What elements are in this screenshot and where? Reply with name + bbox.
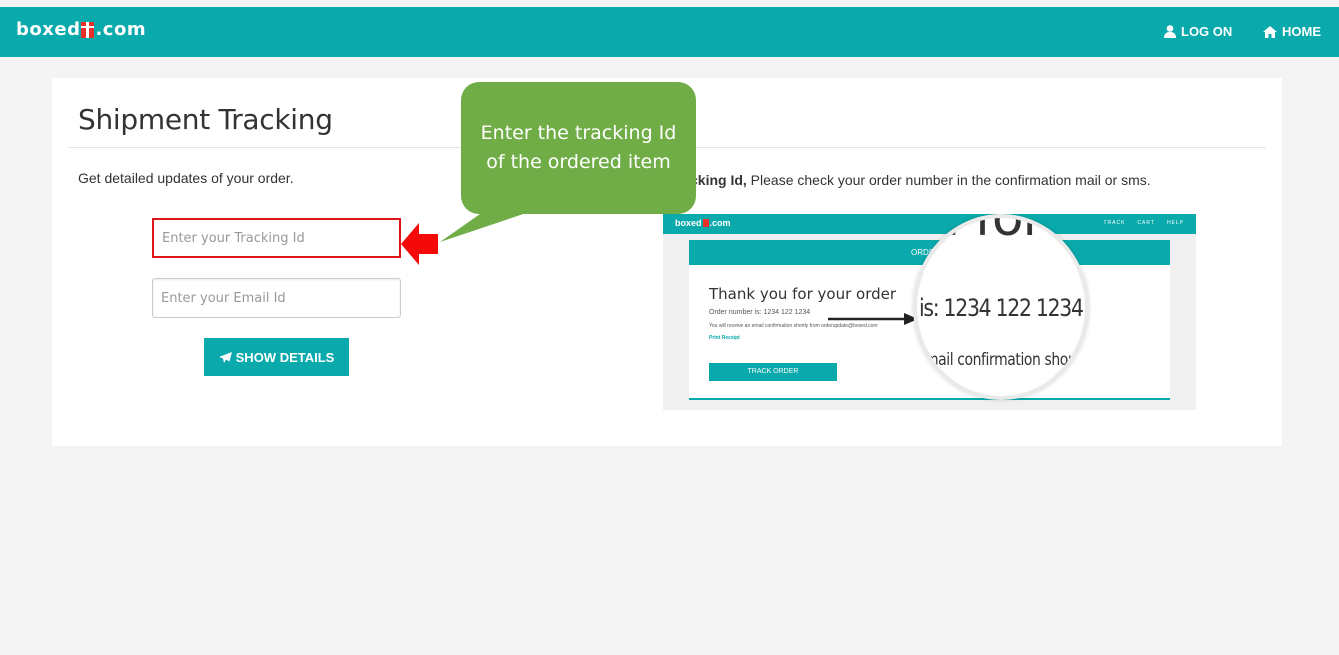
tracking-hint: cking Id, Please check your order number…	[690, 172, 1151, 188]
preview-order-number: Order number is: 1234 122 1234	[709, 309, 811, 316]
navbar: boxed .com LOG ON HOME	[0, 7, 1339, 57]
user-icon	[1164, 25, 1176, 38]
callout-line-1: Enter the tracking Id	[480, 122, 677, 144]
show-details-button[interactable]: SHOW DETAILS	[204, 338, 349, 376]
preview-pointer-arrow	[828, 313, 918, 325]
preview-gift-icon	[702, 219, 709, 227]
home-link[interactable]: HOME	[1263, 24, 1321, 39]
login-link[interactable]: LOG ON	[1164, 24, 1232, 39]
brand-logo[interactable]: boxed .com	[16, 19, 146, 40]
top-strip	[0, 0, 1339, 7]
magnifier-text-top: d for yo	[927, 214, 1089, 248]
order-confirmation-preview: boxed .com TRACK CART HELP ORDER D Thank…	[663, 214, 1196, 410]
magnifier-order-number: is: 1234 122 1234	[919, 294, 1084, 322]
preview-brand: boxed .com	[675, 218, 731, 228]
hint-text: Please check your order number in the co…	[746, 172, 1151, 188]
preview-nav-cart: CART	[1137, 220, 1155, 226]
preview-brand-suffix: .com	[709, 218, 731, 228]
preview-brand-prefix: boxed	[675, 218, 702, 228]
brand-prefix: boxed	[16, 19, 81, 40]
callout-line-2: of the ordered item	[486, 151, 671, 173]
preview-nav-items: TRACK CART HELP	[1103, 220, 1184, 226]
hint-bold: cking Id,	[690, 172, 747, 188]
page-subtitle: Get detailed updates of your order.	[78, 170, 294, 186]
magnifier-text-bottom: mail confirmation shortly f	[925, 350, 1089, 370]
preview-print-receipt: Print Receipt	[709, 335, 740, 341]
magnifier-lens: d for yo is: 1234 122 1234 mail confirma…	[913, 214, 1089, 400]
home-icon	[1263, 25, 1277, 38]
paper-plane-icon	[218, 351, 232, 363]
preview-track-order-button: TRACK ORDER	[709, 363, 837, 381]
brand-suffix: .com	[95, 19, 147, 40]
tracking-id-input[interactable]	[152, 218, 401, 258]
preview-thanks: Thank you for your order	[709, 285, 897, 303]
preview-nav-help: HELP	[1166, 220, 1184, 226]
page-title: Shipment Tracking	[78, 103, 333, 136]
home-label: HOME	[1282, 24, 1321, 39]
instruction-callout: Enter the tracking Id of the ordered ite…	[461, 82, 696, 214]
preview-nav-track: TRACK	[1103, 220, 1126, 226]
gift-icon	[81, 21, 95, 38]
show-details-label: SHOW DETAILS	[235, 349, 335, 365]
login-label: LOG ON	[1181, 24, 1233, 39]
email-id-input[interactable]	[152, 278, 401, 318]
